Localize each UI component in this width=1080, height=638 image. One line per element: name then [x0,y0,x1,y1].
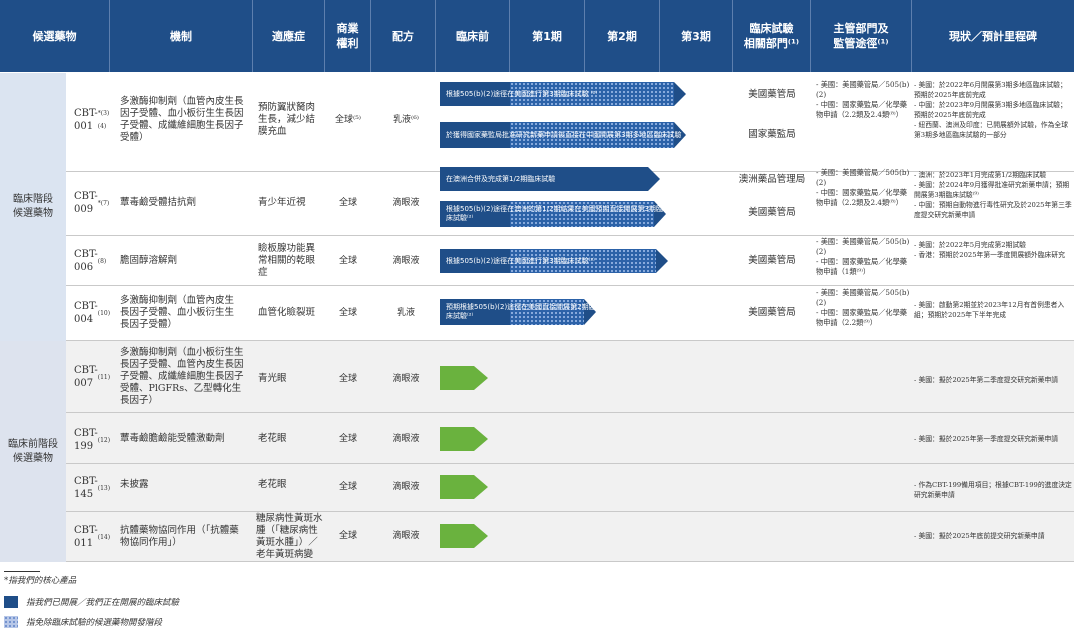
header-indication: 適應症 [253,0,325,72]
indication-text: 瞼板腺功能異常相關的乾眼症 [258,243,316,278]
dept-text: 國家藥監局 [748,129,796,140]
rights-text: 全球⁽⁵⁾ [334,115,362,125]
rights-text: 全球 [338,308,357,318]
dept-text: 澳洲藥品管理局 [738,174,806,185]
header-regulator: 主管部門及 監管途徑⁽¹⁾ [811,0,912,72]
regulator-text: - 美國：美國藥管局／505(b)(2) - 中國：國家藥監局／化學藥物申請（2… [816,168,910,207]
candidate-code: CBT- 001 *(3)(4) [74,108,110,132]
preclinical-arrow [440,366,488,390]
dotted-swatch [4,616,18,628]
indication-text: 青少年近視 [258,197,306,208]
dept-text: 美國藥管局 [748,207,796,218]
status-text: - 美國：擬於2025年第二季度提交研究新藥申請 [914,376,1059,384]
regulator-text: - 美國：美國藥管局／505(b)(2) - 中國：國家藥監局／化學藥物申請（2… [816,80,910,119]
mechanism-text: 蕈毒鹼受體拮抗劑 [120,197,197,208]
indication-text: 老花眼 [258,433,287,444]
header-phase1: 第1期 [510,0,585,72]
candidate-code: CBT- 006 (8) [74,249,107,273]
status-text: - 澳洲：於2023年1月完成第1/2期臨床試驗 - 美國：於2024年9月獲得… [914,171,1072,219]
candidate-code: CBT- 004 (10) [74,301,111,325]
formulation-text: 滴眼液 [392,256,420,266]
header-dept: 臨床試驗 相關部門⁽¹⁾ [733,0,811,72]
phase-bar: 在澳洲合併及完成第1/2期臨床試驗 [440,167,660,191]
rights-text: 全球 [338,531,357,541]
indication-text: 預防翼狀胬肉生長，減少結膜充血 [258,102,316,137]
mechanism-text: 多激酶抑制劑（血小板衍生生長因子受體、血管內皮生長因子受體、成纖維細胞生長因子受… [120,347,244,406]
header-rights: 商業 權利 [325,0,371,72]
indication-text: 老花眼 [258,479,287,490]
header-formulation: 配方 [371,0,436,72]
indication-text: 血管化瞼裂斑 [258,307,316,318]
candidate-code: CBT- 145 (13) [74,476,111,500]
candidate-code: CBT- 011 (14) [74,525,111,549]
candidate-code: CBT- 007 (11) [74,365,111,389]
mechanism-text: 未披露 [120,479,149,490]
group-label-clinical: 臨床階段 候選藥物 [0,73,66,341]
phase-bar: 預期根據505(b)(2)途徑在美國直接開展第2期臨床試驗⁽²⁾ [440,299,596,325]
footnote-rule [4,571,40,572]
core-product-note: *指我們的核心產品 [4,576,77,586]
header-phase2: 第2期 [585,0,660,72]
regulator-text: - 美國：美國藥管局／505(b)(2) - 中國：國家藥監局／化學藥物申請（2… [816,288,910,327]
dept-text: 美國藥管局 [748,307,796,318]
preclinical-arrow [440,524,488,548]
rights-text: 全球 [338,256,357,266]
regulator-text: - 美國：美國藥管局／505(b)(2) - 中國：國家藥監局／化學藥物申請（1… [816,237,910,276]
status-text: - 美國：擬於2025年第一季度提交研究新藥申請 [914,435,1059,443]
dept-text: 美國藥管局 [748,255,796,266]
phase-bar: 於獲得國家藥監局批准研究新藥申請後直接在中國開展第3期多地區臨床試驗 [440,122,686,148]
table-header: 候選藥物 機制 適應症 商業 權利 配方 臨床前 第1期 第2期 第3期 臨床試… [0,0,1074,72]
header-mechanism: 機制 [110,0,253,72]
rights-text: 全球 [338,374,357,384]
preclinical-arrow [440,475,488,499]
formulation-text: 滴眼液 [392,434,420,444]
status-text: - 美國：啟動第2期並於2023年12月有首例患者入組；預期於2025年下半年完… [914,301,1065,319]
formulation-text: 滴眼液 [392,374,420,384]
indication-text: 青光眼 [258,373,287,384]
group-label-preclinical: 臨床前階段 候選藥物 [0,341,66,562]
mechanism-text: 多激酶抑制劑（血管內皮生長因子受體、血小板衍生生長因子受體、成纖維細胞生長因子受… [120,96,244,143]
status-text: - 美國：於2022年5月完成第2期試驗 - 香港：預期於2025年第一季度開展… [914,241,1065,259]
legend-dotted: 指免除臨床試驗的候選藥物開發階段 [4,616,162,628]
header-status: 現狀／預計里程碑 [949,29,1037,43]
formulation-text: 乳液⁽⁶⁾ [392,115,420,125]
status-text: - 作為CBT-199備用項目；根據CBT-199的進度決定研究新藥申請 [914,481,1072,499]
candidate-code: CBT- 009 *(7) [74,191,110,215]
phase-bar: 根據505(b)(2)途徑在美國進行第3期臨床試驗 ⁽²⁾ [440,82,686,106]
formulation-text: 乳液 [396,308,415,318]
mechanism-text: 抗體藥物協同作用（「抗體藥物協同作用」） [120,525,239,548]
candidate-code: CBT- 199 (12) [74,428,111,452]
mechanism-text: 蕈毒鹼膽鹼能受體激動劑 [120,433,225,444]
header-preclinical: 臨床前 [436,0,510,72]
status-text: - 美國：擬於2025年底前提交研究新藥申請 [914,532,1045,540]
mechanism-text: 多激酶抑制劑（血管內皮生長因子受體、血小板衍生生長因子受體） [120,295,235,330]
formulation-text: 滴眼液 [392,482,420,492]
header-phase3: 第3期 [660,0,733,72]
mechanism-text: 膽固醇溶解劑 [120,255,178,266]
legend-solid: 指我們已開展／我們正在開展的臨床試驗 [4,596,179,608]
phase-bar: 根據505(b)(2)途徑在美國進行第3期臨床試驗⁽²⁾ [440,249,668,273]
dept-text: 美國藥管局 [748,89,796,100]
indication-text: 糖尿病性黃斑水腫（「糖尿病性黃斑水腫」）／老年黃斑病變 [256,513,323,560]
solid-swatch [4,596,18,608]
status-text: - 美國：於2022年6月開展第3期多地區臨床試驗；預期於2025年底前完成 -… [914,81,1068,139]
phase-bar: 根據505(b)(2)途徑在澳洲的第1/2期結果在美國預期直接開展第3期臨床試驗… [440,201,666,227]
rights-text: 全球 [338,482,357,492]
rights-text: 全球 [338,198,357,208]
formulation-text: 滴眼液 [392,198,420,208]
formulation-text: 滴眼液 [392,531,420,541]
header-candidate: 候選藥物 [0,0,110,72]
rights-text: 全球 [338,434,357,444]
preclinical-arrow [440,427,488,451]
